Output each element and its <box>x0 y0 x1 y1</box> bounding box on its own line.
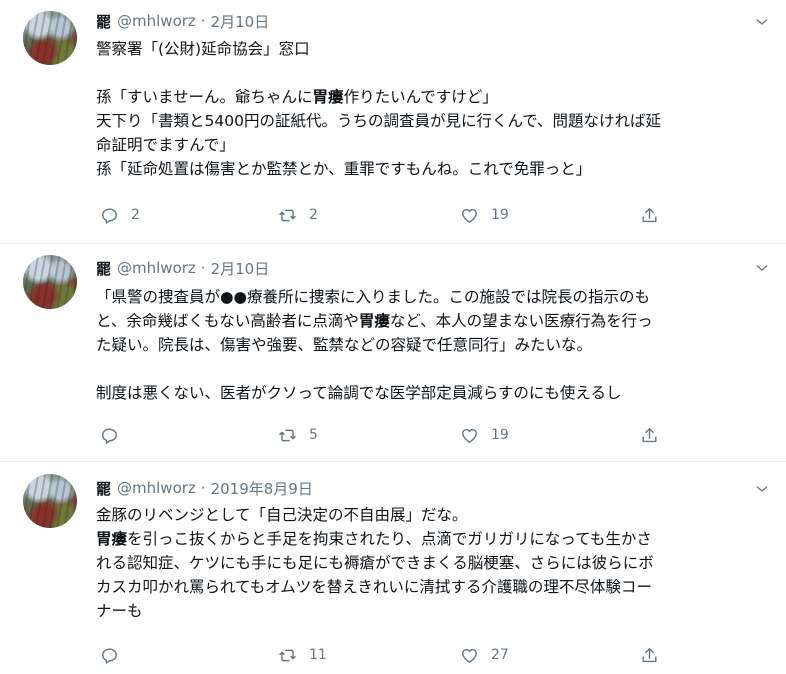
timestamp[interactable]: 2019年8月9日 <box>211 478 313 499</box>
tweet[interactable]: 罷 @mhlworz · 2月10日 「県警の捜査員が●●療養所に捜索に入りまし… <box>0 244 786 462</box>
like-button[interactable]: 19 <box>460 422 509 448</box>
tweet-line <box>96 357 766 381</box>
avatar[interactable] <box>23 11 77 65</box>
tweet-line: 胃瘻を引っこ抜くからと手足を拘束されたり、点滴でガリガリになっても生かさ <box>96 530 652 548</box>
tweet-text: 金豚のリベンジとして「自己決定の不自由展」だな。胃瘻を引っこ抜くからと手足を拘束… <box>96 503 766 623</box>
timestamp[interactable]: 2月10日 <box>211 258 270 279</box>
tweet-line: 金豚のリベンジとして「自己決定の不自由展」だな。 <box>96 506 468 524</box>
tweet-line: 孫「延命処置は傷害とか監禁とか、重罪ですもんね。これで免罪っと」 <box>96 160 592 178</box>
like-icon <box>462 428 477 443</box>
display-name[interactable]: 罷 <box>96 11 111 32</box>
chevron-down-icon[interactable] <box>752 479 772 499</box>
timestamp[interactable]: 2月10日 <box>211 11 270 32</box>
tweet-line: れる認知症、ケツにも手にも足にも褥瘡ができまくる脳梗塞、さらには彼らにボ <box>96 554 654 572</box>
like-count: 19 <box>491 427 509 443</box>
reply-icon <box>102 427 117 444</box>
reply-button[interactable]: 2 <box>100 202 140 228</box>
tweet-actions: 5 19 <box>96 422 716 448</box>
tweet-line: 天下り「書類と5400円の証紙代。うちの調査員が見に行くんで、問題なければ延 <box>96 112 662 130</box>
separator: · <box>200 479 206 497</box>
tweet-text: 「県警の捜査員が●●療養所に捜索に入りました。この施設では院長の指示のも と、余命… <box>96 285 766 405</box>
tweet-line: 孫「すいませーん。爺ちゃんに胃瘻作りたいんですけど」 <box>96 88 498 106</box>
avatar[interactable] <box>23 255 77 309</box>
chevron-down-icon[interactable] <box>752 12 772 32</box>
reply-button[interactable] <box>100 422 131 448</box>
retweet-count: 2 <box>309 207 318 223</box>
tweet-line: と、余命幾ばくもない高齢者に点滴や胃瘻など、本人の望まない医療行為を行っ <box>96 312 653 330</box>
chevron-down-icon[interactable] <box>752 258 772 278</box>
share-button[interactable] <box>640 202 659 228</box>
tweet-actions: 2 2 19 <box>96 202 716 228</box>
retweet-button[interactable]: 2 <box>278 202 318 228</box>
retweet-count: 11 <box>309 647 327 663</box>
retweet-button[interactable]: 5 <box>278 422 318 448</box>
user-handle[interactable]: @mhlworz <box>117 12 196 30</box>
tweet-line: 警察署「(公財)延命協会」窓口 <box>96 40 310 58</box>
retweet-count: 5 <box>309 427 318 443</box>
avatar[interactable] <box>23 474 77 528</box>
share-icon <box>642 647 657 662</box>
share-icon <box>642 427 657 442</box>
like-count: 27 <box>491 647 509 663</box>
user-handle[interactable]: @mhlworz <box>117 259 196 277</box>
reply-button[interactable] <box>100 642 131 668</box>
tweet-text: 警察署「(公財)延命協会」窓口 孫「すいませーん。爺ちゃんに胃瘻作りたいんですけ… <box>96 37 766 181</box>
share-button[interactable] <box>640 422 659 448</box>
display-name[interactable]: 罷 <box>96 258 111 279</box>
tweet-header: 罷 @mhlworz · 2月10日 <box>96 257 269 279</box>
like-count: 19 <box>491 207 509 223</box>
reply-count: 2 <box>131 207 140 223</box>
like-icon <box>462 208 477 223</box>
retweet-button[interactable]: 11 <box>278 642 327 668</box>
tweet-line: 命証明でますんで」 <box>96 136 235 154</box>
tweet-line: 制度は悪くない、医者がクソって論調でな医学部定員減らすのにも使えるし <box>96 384 622 402</box>
tweet-line <box>96 61 766 85</box>
reply-icon <box>102 207 117 224</box>
tweet-line: た疑い。院長は、傷害や強要、監禁などの容疑で任意同行」みたいな。 <box>96 336 593 354</box>
like-icon <box>462 648 477 663</box>
tweet-line: ナーも <box>96 602 143 620</box>
retweet-icon <box>279 209 296 221</box>
share-button[interactable] <box>640 642 659 668</box>
tweet-line: 「県警の捜査員が●●療養所に捜索に入りました。この施設では院長の指示のも <box>96 288 651 306</box>
retweet-icon <box>279 649 296 661</box>
tweet-line: カスカ叩かれ罵られてもオムツを替えきれいに清拭する介護職の理不尽体験コー <box>96 578 652 596</box>
like-button[interactable]: 27 <box>460 642 509 668</box>
share-icon <box>642 207 657 222</box>
display-name[interactable]: 罷 <box>96 478 111 499</box>
separator: · <box>200 259 206 277</box>
tweet[interactable]: 罷 @mhlworz · 2019年8月9日 金豚のリベンジとして「自己決定の不… <box>0 462 786 674</box>
like-button[interactable]: 19 <box>460 202 509 228</box>
tweet-header: 罷 @mhlworz · 2019年8月9日 <box>96 477 313 499</box>
tweet-header: 罷 @mhlworz · 2月10日 <box>96 10 269 32</box>
retweet-icon <box>279 429 296 441</box>
tweet-actions: 11 27 <box>96 642 716 668</box>
separator: · <box>200 12 206 30</box>
reply-icon <box>102 647 117 664</box>
tweet[interactable]: 罷 @mhlworz · 2月10日 警察署「(公財)延命協会」窓口 孫「すいま… <box>0 0 786 244</box>
user-handle[interactable]: @mhlworz <box>117 479 196 497</box>
